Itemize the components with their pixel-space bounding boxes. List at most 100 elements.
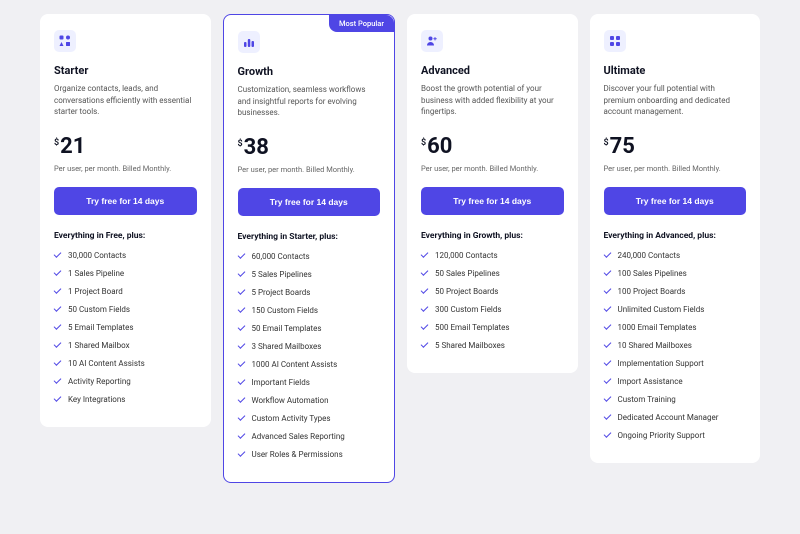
check-icon — [54, 288, 62, 294]
feature-label: 50 Project Boards — [435, 287, 498, 296]
plan-card-ultimate: Ultimate Discover your full potential wi… — [590, 14, 761, 463]
feature-label: 5 Email Templates — [68, 323, 134, 332]
feature-item: 500 Email Templates — [421, 323, 564, 332]
feature-label: 100 Project Boards — [618, 287, 686, 296]
plan-description: Discover your full potential with premiu… — [604, 83, 747, 118]
try-free-button[interactable]: Try free for 14 days — [421, 187, 564, 215]
billing-note: Per user, per month. Billed Monthly. — [604, 164, 747, 173]
feature-label: 50 Sales Pipelines — [435, 269, 500, 278]
check-icon — [604, 414, 612, 420]
feature-item: User Roles & Permissions — [238, 450, 381, 459]
feature-item: 300 Custom Fields — [421, 305, 564, 314]
check-icon — [238, 451, 246, 457]
feature-item: 10 Shared Mailboxes — [604, 341, 747, 350]
feature-item: 1 Sales Pipeline — [54, 269, 197, 278]
check-icon — [238, 343, 246, 349]
billing-note: Per user, per month. Billed Monthly. — [421, 164, 564, 173]
price-amount: 21 — [60, 136, 85, 158]
feature-label: Ongoing Priority Support — [618, 431, 705, 440]
check-icon — [421, 342, 429, 348]
feature-item: Custom Training — [604, 395, 747, 404]
check-icon — [604, 342, 612, 348]
feature-label: 5 Sales Pipelines — [252, 270, 312, 279]
feature-item: Implementation Support — [604, 359, 747, 368]
feature-item: 50 Sales Pipelines — [421, 269, 564, 278]
check-icon — [604, 396, 612, 402]
feature-label: Important Fields — [252, 378, 310, 387]
check-icon — [604, 378, 612, 384]
check-icon — [604, 270, 612, 276]
check-icon — [421, 288, 429, 294]
feature-label: 300 Custom Fields — [435, 305, 502, 314]
billing-note: Per user, per month. Billed Monthly. — [238, 165, 381, 174]
feature-item: Activity Reporting — [54, 377, 197, 386]
feature-item: Workflow Automation — [238, 396, 381, 405]
check-icon — [238, 253, 246, 259]
shapes-icon — [54, 30, 76, 52]
check-icon — [54, 360, 62, 366]
feature-item: 1000 Email Templates — [604, 323, 747, 332]
features-list: 240,000 Contacts100 Sales Pipelines100 P… — [604, 251, 747, 440]
features-list: 60,000 Contacts5 Sales Pipelines5 Projec… — [238, 252, 381, 459]
currency: $ — [238, 139, 243, 149]
feature-item: 3 Shared Mailboxes — [238, 342, 381, 351]
feature-item: Unlimited Custom Fields — [604, 305, 747, 314]
plan-description: Organize contacts, leads, and conversati… — [54, 83, 197, 118]
check-icon — [54, 270, 62, 276]
check-icon — [421, 306, 429, 312]
try-free-button[interactable]: Try free for 14 days — [238, 188, 381, 216]
check-icon — [54, 342, 62, 348]
billing-note: Per user, per month. Billed Monthly. — [54, 164, 197, 173]
feature-label: 5 Shared Mailboxes — [435, 341, 505, 350]
check-icon — [54, 396, 62, 402]
price-amount: 75 — [610, 136, 635, 158]
try-free-button[interactable]: Try free for 14 days — [54, 187, 197, 215]
feature-item: Custom Activity Types — [238, 414, 381, 423]
price-amount: 60 — [427, 136, 452, 158]
check-icon — [238, 307, 246, 313]
check-icon — [238, 415, 246, 421]
feature-label: 1 Sales Pipeline — [68, 269, 124, 278]
feature-item: 5 Project Boards — [238, 288, 381, 297]
currency: $ — [54, 138, 59, 148]
features-heading: Everything in Free, plus: — [54, 231, 197, 241]
features-heading: Everything in Advanced, plus: — [604, 231, 747, 241]
feature-label: 50 Email Templates — [252, 324, 322, 333]
feature-label: Workflow Automation — [252, 396, 329, 405]
price: $ 21 — [54, 136, 197, 158]
plan-card-growth: Most Popular Growth Customization, seaml… — [223, 14, 396, 483]
feature-label: User Roles & Permissions — [252, 450, 343, 459]
features-list: 30,000 Contacts 1 Sales Pipeline 1 Project… — [54, 251, 197, 404]
feature-item: 150 Custom Fields — [238, 306, 381, 315]
check-icon — [421, 252, 429, 258]
grid-icon — [604, 30, 626, 52]
plan-description: Boost the growth potential of your busin… — [421, 83, 564, 118]
check-icon — [421, 324, 429, 330]
feature-item: 100 Sales Pipelines — [604, 269, 747, 278]
check-icon — [238, 289, 246, 295]
check-icon — [604, 252, 612, 258]
feature-label: 150 Custom Fields — [252, 306, 319, 315]
feature-label: 1 Project Board — [68, 287, 123, 296]
feature-item: 120,000 Contacts — [421, 251, 564, 260]
feature-label: 30,000 Contacts — [68, 251, 126, 260]
feature-item: 50 Email Templates — [238, 324, 381, 333]
plan-name: Ultimate — [604, 64, 747, 77]
feature-label: 100 Sales Pipelines — [618, 269, 687, 278]
feature-item: 1 Project Board — [54, 287, 197, 296]
feature-label: Import Assistance — [618, 377, 683, 386]
plan-card-starter: Starter Organize contacts, leads, and co… — [40, 14, 211, 427]
feature-item: 50 Custom Fields — [54, 305, 197, 314]
feature-item: Important Fields — [238, 378, 381, 387]
currency: $ — [604, 138, 609, 148]
price-amount: 38 — [244, 137, 269, 159]
feature-label: Unlimited Custom Fields — [618, 305, 705, 314]
feature-item: Ongoing Priority Support — [604, 431, 747, 440]
features-heading: Everything in Growth, plus: — [421, 231, 564, 241]
features-heading: Everything in Starter, plus: — [238, 232, 381, 242]
try-free-button[interactable]: Try free for 14 days — [604, 187, 747, 215]
feature-item: 100 Project Boards — [604, 287, 747, 296]
check-icon — [238, 433, 246, 439]
check-icon — [238, 379, 246, 385]
price: $ 60 — [421, 136, 564, 158]
